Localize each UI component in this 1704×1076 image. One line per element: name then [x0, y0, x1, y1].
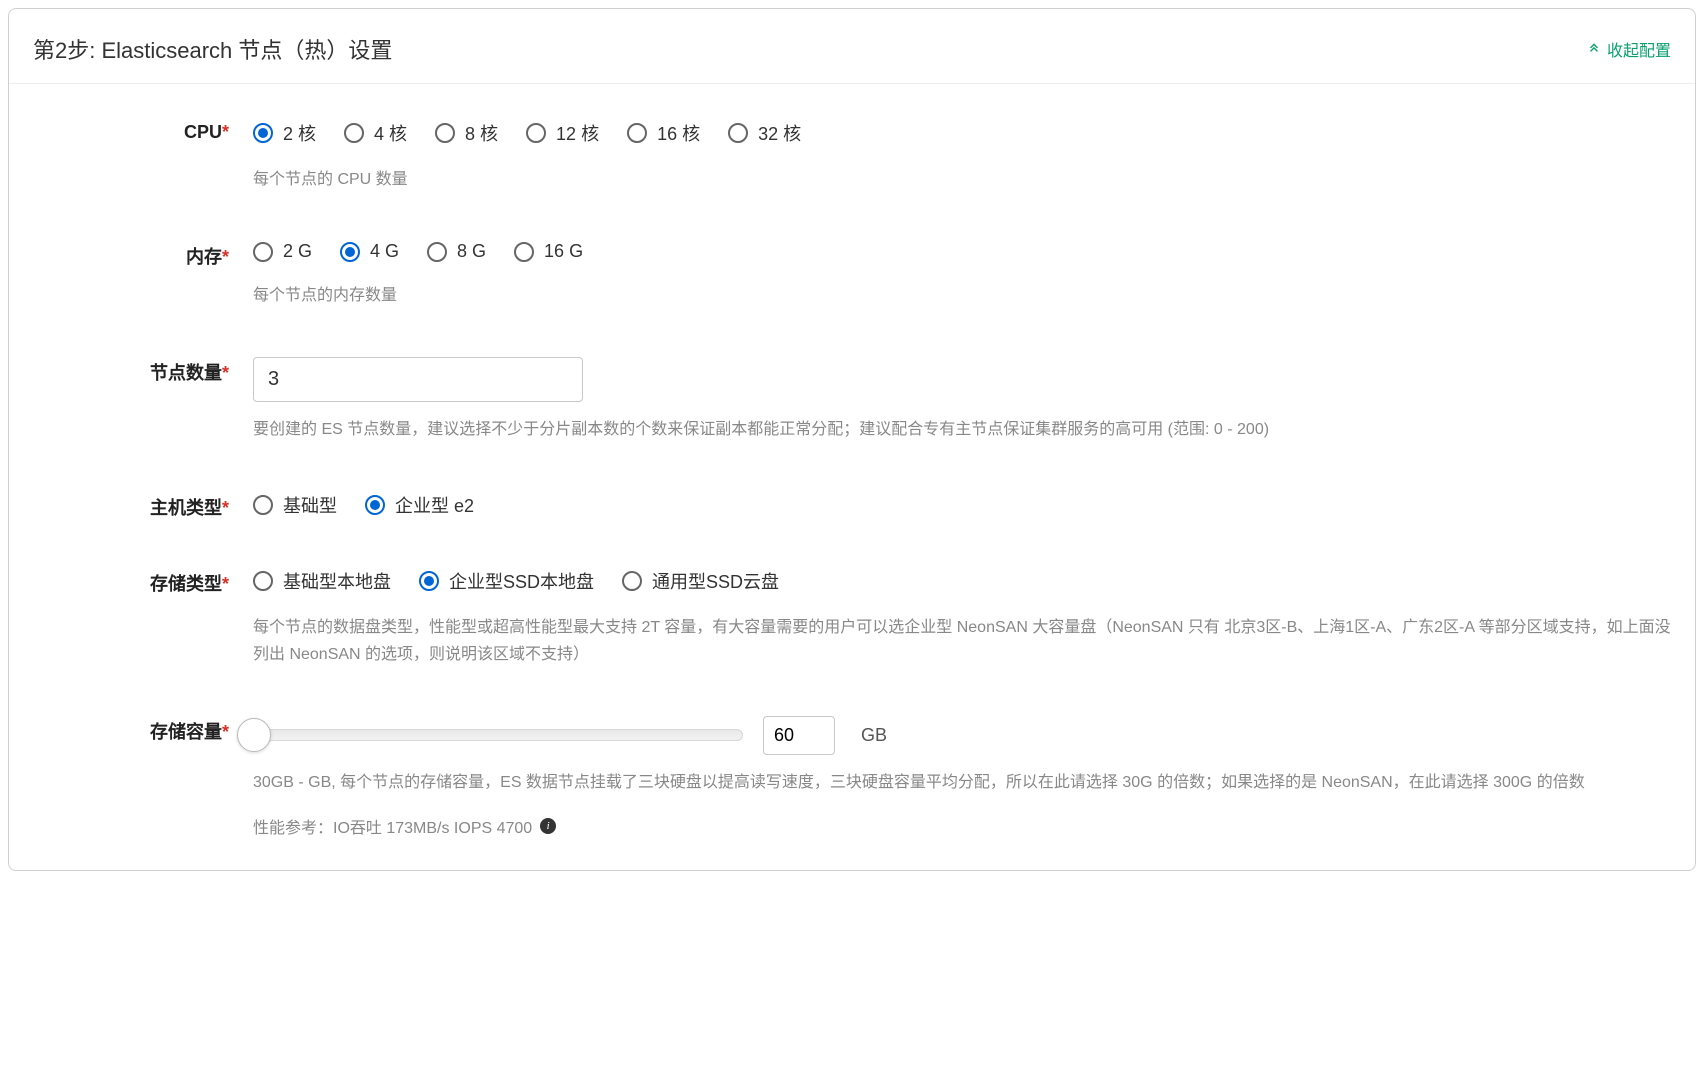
radio-label: 基础型本地盘 [283, 568, 391, 594]
storage-type-option[interactable]: 基础型本地盘 [253, 568, 391, 594]
radio-label: 16 核 [657, 120, 700, 146]
radio-label: 12 核 [556, 120, 599, 146]
config-panel: 第2步: Elasticsearch 节点（热）设置 收起配置 CPU* 2 核… [8, 8, 1696, 871]
panel-title: 第2步: Elasticsearch 节点（热）设置 [33, 33, 392, 65]
row-storage-capacity: 存储容量* GB 30GB - GB, 每个节点的存储容量，ES 数据节点挂载了… [33, 716, 1671, 838]
storage-type-option[interactable]: 企业型SSD本地盘 [419, 568, 594, 594]
radio-icon [419, 571, 439, 591]
cpu-option[interactable]: 4 核 [344, 120, 407, 146]
storage-slider[interactable] [253, 729, 743, 741]
storage-perf-text: 性能参考：IO吞吐 173MB/s IOPS 4700 [253, 814, 532, 838]
memory-option[interactable]: 16 G [514, 241, 583, 262]
row-memory: 内存* 2 G 4 G 8 G 16 G 每个节点的内存数量 [33, 241, 1671, 309]
radio-icon [253, 123, 273, 143]
cpu-option[interactable]: 16 核 [627, 120, 700, 146]
radio-label: 企业型SSD本地盘 [449, 568, 594, 594]
radio-label: 2 核 [283, 120, 316, 146]
memory-help: 每个节点的内存数量 [253, 282, 1671, 309]
label-host-type: 主机类型* [33, 492, 253, 520]
label-memory: 内存* [33, 241, 253, 269]
radio-label: 8 G [457, 241, 486, 262]
required-mark: * [222, 363, 229, 383]
radio-label: 2 G [283, 241, 312, 262]
collapse-label: 收起配置 [1607, 37, 1671, 61]
label-node-count: 节点数量* [33, 357, 253, 385]
form-body: CPU* 2 核4 核8 核12 核16 核32 核 每个节点的 CPU 数量 … [9, 84, 1695, 870]
radio-label: 32 核 [758, 120, 801, 146]
required-mark: * [222, 498, 229, 518]
info-icon[interactable]: i [540, 818, 556, 834]
storage-perf: 性能参考：IO吞吐 173MB/s IOPS 4700 i [253, 814, 1671, 838]
cpu-option[interactable]: 32 核 [728, 120, 801, 146]
radio-label: 8 核 [465, 120, 498, 146]
memory-option[interactable]: 8 G [427, 241, 486, 262]
radio-icon [435, 123, 455, 143]
storage-type-radio-group: 基础型本地盘 企业型SSD本地盘 通用型SSD云盘 [253, 568, 1671, 594]
memory-option[interactable]: 2 G [253, 241, 312, 262]
memory-option[interactable]: 4 G [340, 241, 399, 262]
node-count-help: 要创建的 ES 节点数量，建议选择不少于分片副本数的个数来保证副本都能正常分配；… [253, 416, 1671, 443]
radio-label: 通用型SSD云盘 [652, 568, 779, 594]
radio-icon [365, 495, 385, 515]
cpu-option[interactable]: 8 核 [435, 120, 498, 146]
storage-type-option[interactable]: 通用型SSD云盘 [622, 568, 779, 594]
host-type-option[interactable]: 基础型 [253, 492, 337, 518]
storage-slider-row: GB [253, 716, 1671, 755]
radio-icon [344, 123, 364, 143]
chevron-up-double-icon [1587, 42, 1601, 56]
radio-icon [526, 123, 546, 143]
radio-icon [427, 242, 447, 262]
required-mark: * [222, 122, 229, 142]
radio-icon [253, 242, 273, 262]
cpu-help: 每个节点的 CPU 数量 [253, 166, 1671, 193]
row-storage-type: 存储类型* 基础型本地盘 企业型SSD本地盘 通用型SSD云盘 每个节点的数据盘类型… [33, 568, 1671, 668]
node-count-input[interactable] [253, 357, 583, 402]
radio-icon [340, 242, 360, 262]
panel-header: 第2步: Elasticsearch 节点（热）设置 收起配置 [9, 9, 1695, 84]
storage-unit: GB [861, 725, 887, 746]
radio-icon [253, 495, 273, 515]
row-host-type: 主机类型* 基础型 企业型 e2 [33, 492, 1671, 520]
radio-icon [622, 571, 642, 591]
radio-label: 4 G [370, 241, 399, 262]
required-mark: * [222, 722, 229, 742]
row-node-count: 节点数量* 要创建的 ES 节点数量，建议选择不少于分片副本数的个数来保证副本都… [33, 357, 1671, 443]
radio-label: 4 核 [374, 120, 407, 146]
collapse-button[interactable]: 收起配置 [1587, 37, 1671, 61]
radio-icon [514, 242, 534, 262]
cpu-radio-group: 2 核 4 核 8 核 12 核 16 核 32 核 [253, 120, 1671, 146]
radio-label: 企业型 e2 [395, 492, 474, 518]
required-mark: * [222, 247, 229, 267]
radio-label: 基础型 [283, 492, 337, 518]
radio-icon [253, 571, 273, 591]
cpu-option[interactable]: 2 核 [253, 120, 316, 146]
storage-help: 30GB - GB, 每个节点的存储容量，ES 数据节点挂载了三块硬盘以提高读写… [253, 769, 1671, 796]
row-cpu: CPU* 2 核 4 核 8 核 12 核 16 核 32 核 每个节点的 CPU 数量 [33, 120, 1671, 193]
radio-icon [627, 123, 647, 143]
cpu-option[interactable]: 12 核 [526, 120, 599, 146]
label-storage-type: 存储类型* [33, 568, 253, 596]
required-mark: * [222, 574, 229, 594]
radio-label: 16 G [544, 241, 583, 262]
memory-radio-group: 2 G 4 G 8 G 16 G [253, 241, 1671, 262]
host-type-option[interactable]: 企业型 e2 [365, 492, 474, 518]
storage-slider-handle[interactable] [237, 718, 271, 752]
radio-icon [728, 123, 748, 143]
storage-value-input[interactable] [763, 716, 835, 755]
host-type-radio-group: 基础型 企业型 e2 [253, 492, 1671, 518]
storage-type-help: 每个节点的数据盘类型，性能型或超高性能型最大支持 2T 容量，有大容量需要的用户… [253, 614, 1671, 668]
label-storage-capacity: 存储容量* [33, 716, 253, 744]
label-cpu: CPU* [33, 120, 253, 143]
